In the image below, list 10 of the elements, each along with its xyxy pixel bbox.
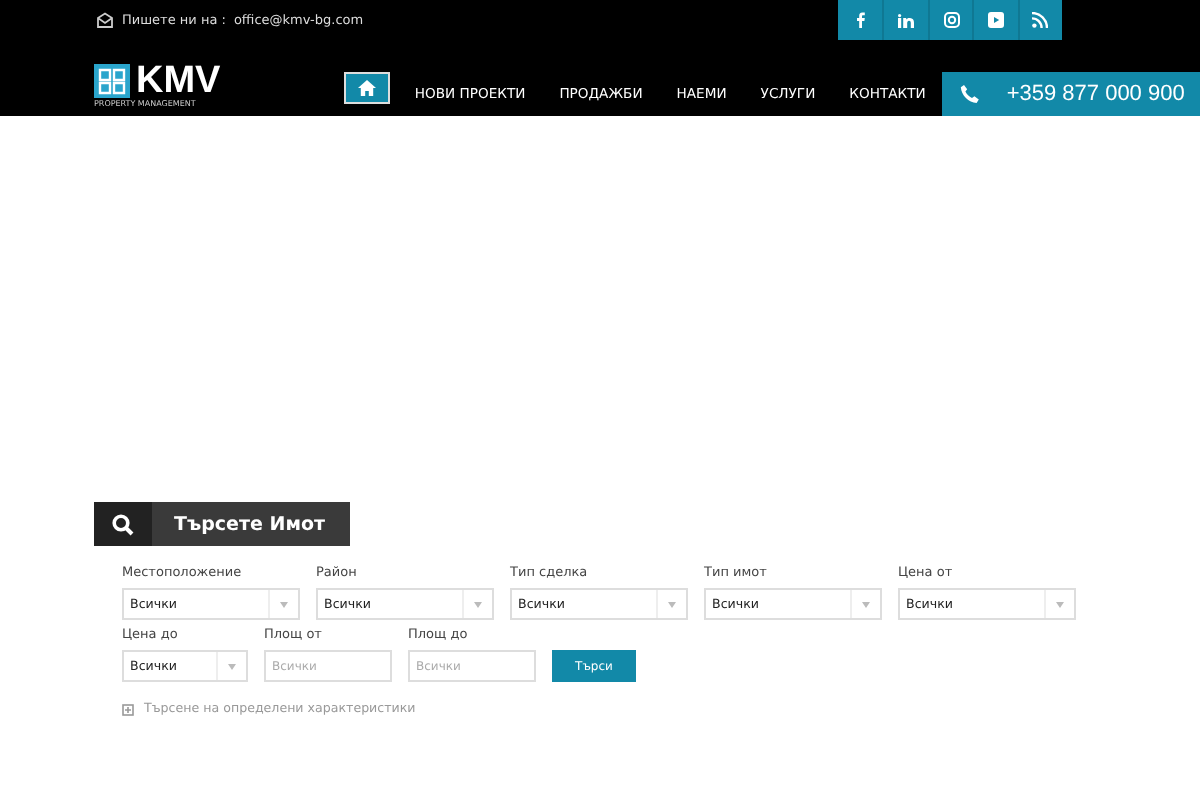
search-title: Търсете Имот [172, 513, 325, 535]
search-icon [112, 513, 134, 535]
home-icon [357, 80, 376, 96]
logo-icon [94, 63, 130, 97]
home-nav-button[interactable] [343, 72, 390, 104]
envelope-icon [96, 11, 114, 27]
logo-text: KMV [136, 63, 221, 97]
plus-square-icon[interactable] [122, 703, 134, 715]
phone-icon [960, 84, 981, 104]
phone-number[interactable]: +359 877 000 900 [1006, 82, 1185, 106]
